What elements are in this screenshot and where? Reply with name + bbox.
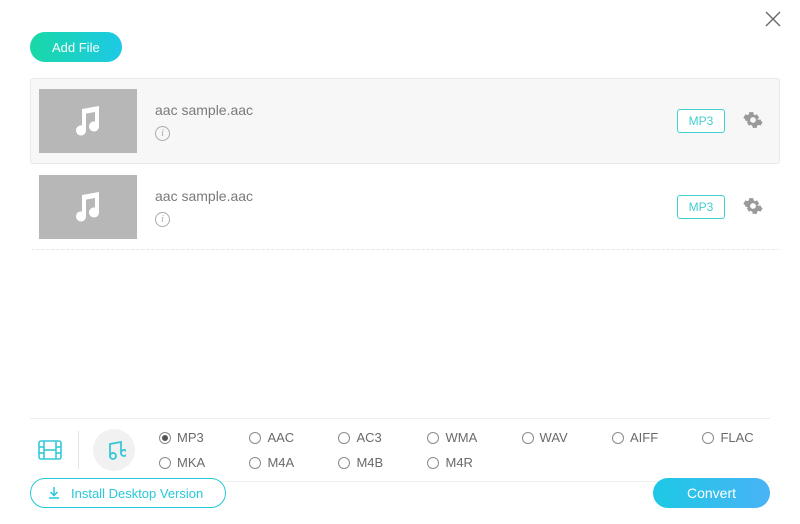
audio-category-icon[interactable] (93, 429, 135, 471)
format-option-wma[interactable]: WMA (427, 430, 493, 445)
audio-thumbnail (39, 175, 137, 239)
format-option-ac3[interactable]: AC3 (338, 430, 399, 445)
format-label: AAC (267, 430, 294, 445)
list-item[interactable]: aac sample.aac i MP3 (30, 78, 780, 164)
format-label: WAV (540, 430, 568, 445)
music-note-icon (69, 188, 107, 226)
gear-icon[interactable] (743, 110, 763, 133)
format-bar: MP3 AAC AC3 WMA WAV AIFF FLAC MKA M4A M4B M4R (30, 418, 770, 482)
radio-icon (159, 432, 171, 444)
format-label: MP3 (177, 430, 204, 445)
radio-icon (249, 457, 261, 469)
format-option-aac[interactable]: AAC (249, 430, 310, 445)
format-option-mp3[interactable]: MP3 (159, 430, 221, 445)
format-option-aiff[interactable]: AIFF (612, 430, 674, 445)
radio-icon (702, 432, 714, 444)
file-list: aac sample.aac i MP3 aac sample.aac i MP… (30, 78, 780, 250)
format-label: WMA (445, 430, 477, 445)
gear-icon[interactable] (743, 196, 763, 219)
item-info: aac sample.aac i (155, 188, 659, 227)
format-option-m4r[interactable]: M4R (427, 455, 493, 470)
format-badge[interactable]: MP3 (677, 109, 725, 133)
radio-icon (427, 457, 439, 469)
radio-icon (427, 432, 439, 444)
radio-icon (338, 457, 350, 469)
file-name: aac sample.aac (155, 188, 659, 204)
radio-icon (159, 457, 171, 469)
format-option-mka[interactable]: MKA (159, 455, 221, 470)
footer: Install Desktop Version Convert (30, 478, 770, 508)
format-label: M4B (356, 455, 383, 470)
audio-thumbnail (39, 89, 137, 153)
info-icon[interactable]: i (155, 212, 170, 227)
format-label: FLAC (720, 430, 753, 445)
radio-icon (612, 432, 624, 444)
add-file-button[interactable]: Add File (30, 32, 122, 62)
radio-icon (522, 432, 534, 444)
download-icon (47, 486, 61, 500)
format-label: M4A (267, 455, 294, 470)
formats-grid: MP3 AAC AC3 WMA WAV AIFF FLAC MKA M4A M4B M4R (159, 430, 770, 470)
convert-button[interactable]: Convert (653, 478, 770, 508)
format-badge[interactable]: MP3 (677, 195, 725, 219)
format-label: M4R (445, 455, 472, 470)
radio-icon (338, 432, 350, 444)
list-item[interactable]: aac sample.aac i MP3 (30, 164, 780, 250)
info-icon[interactable]: i (155, 126, 170, 141)
radio-icon (249, 432, 261, 444)
file-name: aac sample.aac (155, 102, 659, 118)
format-option-m4a[interactable]: M4A (249, 455, 310, 470)
format-label: AIFF (630, 430, 658, 445)
format-label: MKA (177, 455, 205, 470)
format-option-flac[interactable]: FLAC (702, 430, 770, 445)
format-label: AC3 (356, 430, 381, 445)
video-category-icon[interactable] (30, 436, 70, 464)
format-option-m4b[interactable]: M4B (338, 455, 399, 470)
item-info: aac sample.aac i (155, 102, 659, 141)
format-option-wav[interactable]: WAV (522, 430, 584, 445)
install-desktop-button[interactable]: Install Desktop Version (30, 478, 226, 508)
divider (78, 431, 79, 469)
close-icon[interactable] (764, 10, 782, 31)
music-note-icon (69, 102, 107, 140)
install-label: Install Desktop Version (71, 486, 203, 501)
